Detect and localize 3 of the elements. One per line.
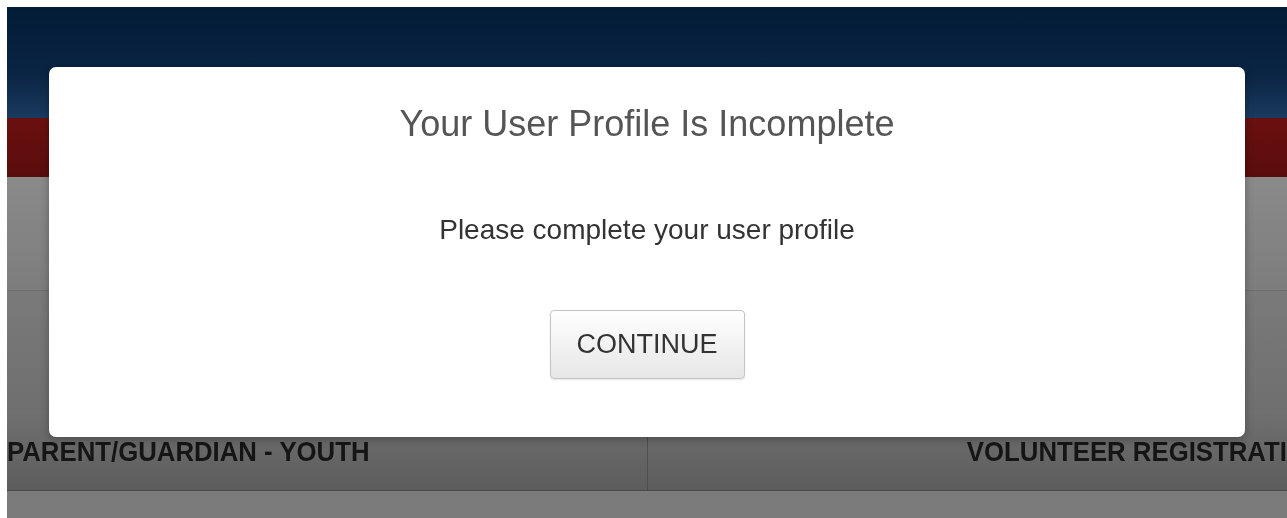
dialog-message: Please complete your user profile	[439, 214, 855, 246]
dialog-title: Your User Profile Is Incomplete	[399, 103, 895, 144]
continue-button[interactable]: CONTINUE	[549, 310, 745, 379]
